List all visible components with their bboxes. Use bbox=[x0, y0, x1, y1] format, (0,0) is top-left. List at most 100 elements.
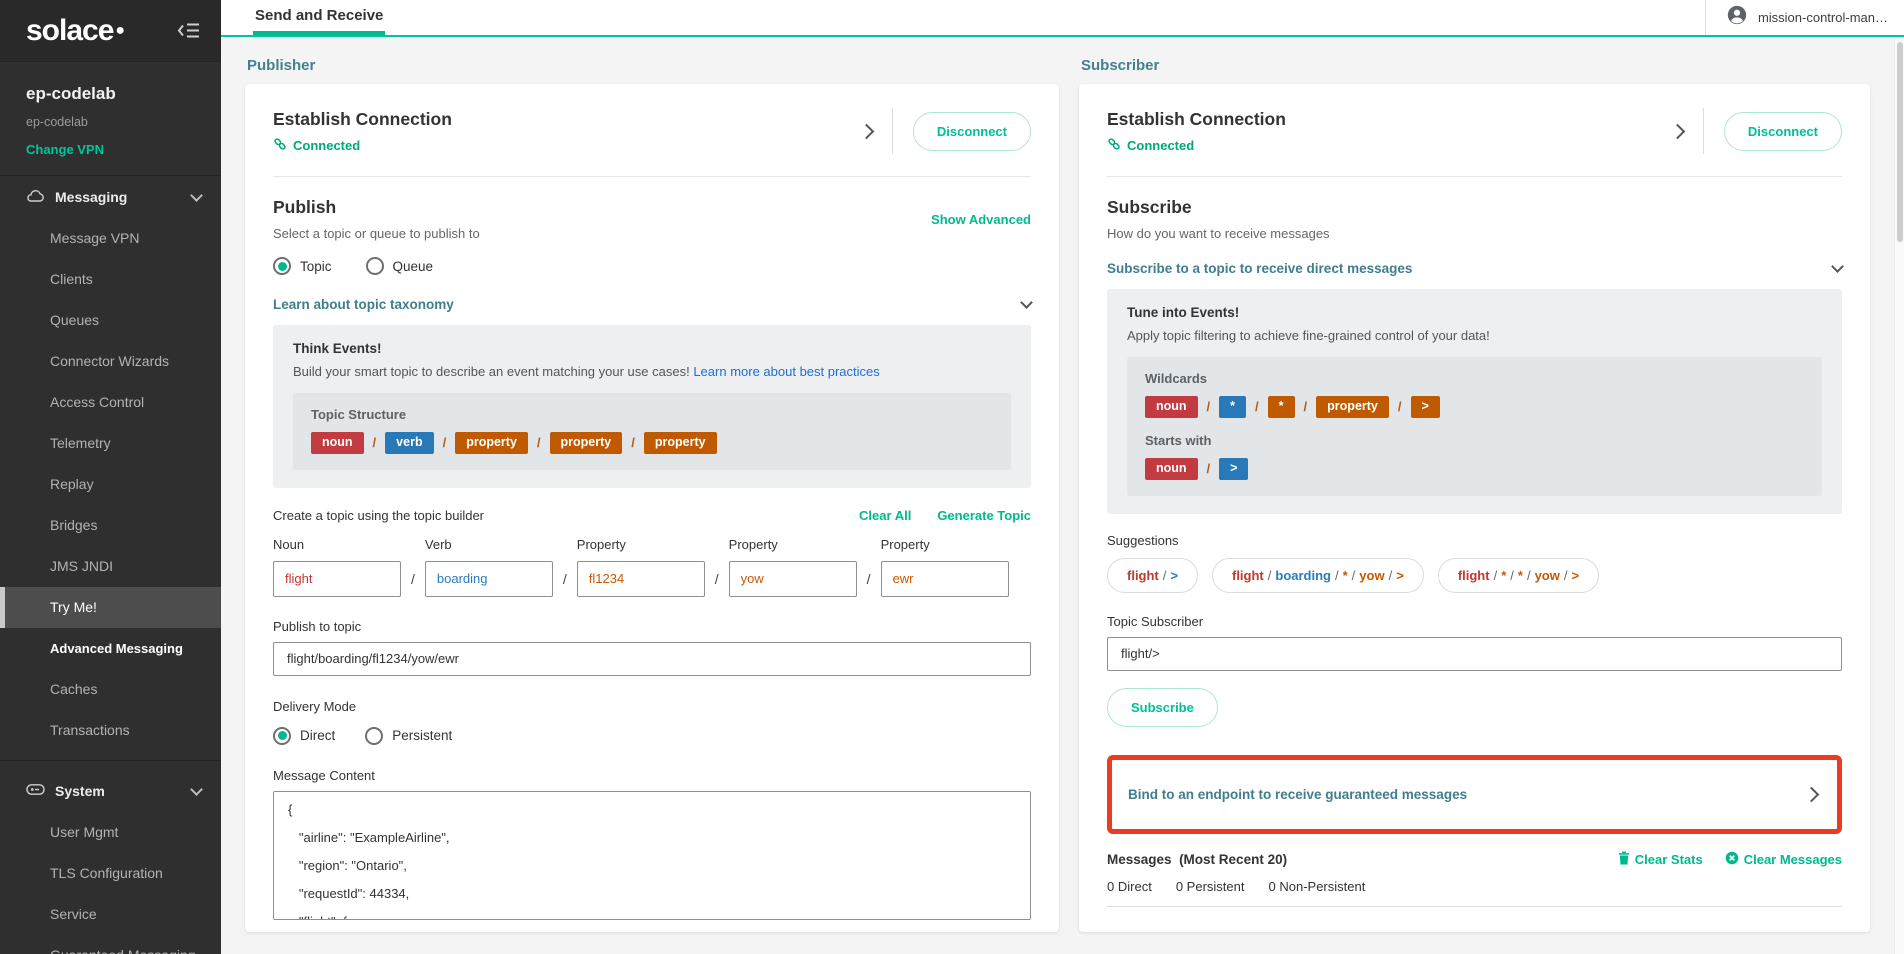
publish-topic-input[interactable] bbox=[273, 642, 1031, 676]
sidebar-item-message-vpn[interactable]: Message VPN bbox=[0, 218, 221, 259]
disconnect-button[interactable]: Disconnect bbox=[913, 112, 1031, 151]
solace-logo-dot: ● bbox=[115, 22, 125, 40]
radio-direct[interactable]: Direct bbox=[273, 727, 335, 745]
publish-title: Publish bbox=[273, 197, 480, 218]
radio-topic[interactable]: Topic bbox=[273, 257, 332, 275]
sidebar-header: solace● bbox=[0, 0, 221, 62]
account-menu[interactable]: mission-control-man… bbox=[1705, 0, 1904, 35]
disconnect-button[interactable]: Disconnect bbox=[1724, 112, 1842, 151]
sidebar-item-replay[interactable]: Replay bbox=[0, 464, 221, 505]
sidebar-item-service[interactable]: Service bbox=[0, 894, 221, 935]
sidebar-collapse-icon[interactable] bbox=[177, 22, 201, 39]
sidebar-item-bridges[interactable]: Bridges bbox=[0, 505, 221, 546]
delivery-radio-group: Direct Persistent bbox=[273, 727, 1031, 745]
messages-recent-label: (Most Recent 20) bbox=[1179, 852, 1287, 867]
chevron-down-icon bbox=[190, 783, 203, 796]
sidebar-item-advanced-messaging[interactable]: Advanced Messaging bbox=[0, 628, 221, 669]
show-advanced-link[interactable]: Show Advanced bbox=[931, 212, 1031, 227]
chevron-down-icon[interactable] bbox=[1020, 296, 1033, 309]
suggestion-chip[interactable]: flight/boarding/*/yow/> bbox=[1212, 558, 1424, 593]
sidebar-section-messaging[interactable]: Messaging bbox=[0, 176, 221, 218]
sidebar-item-clients[interactable]: Clients bbox=[0, 259, 221, 300]
sidebar-item-caches[interactable]: Caches bbox=[0, 669, 221, 710]
chevron-right-icon[interactable] bbox=[1804, 786, 1820, 802]
chevron-down-icon[interactable] bbox=[1831, 260, 1844, 273]
vertical-divider bbox=[1703, 108, 1704, 154]
taxonomy-row[interactable]: Learn about topic taxonomy bbox=[273, 297, 1031, 312]
establish-connection-title: Establish Connection bbox=[273, 109, 452, 130]
topic-badge: noun bbox=[311, 432, 364, 454]
property-input-3[interactable] bbox=[881, 561, 1009, 597]
trash-icon bbox=[1618, 851, 1630, 868]
sidebar-item-tls-configuration[interactable]: TLS Configuration bbox=[0, 853, 221, 894]
sidebar-item-jms-jndi[interactable]: JMS JNDI bbox=[0, 546, 221, 587]
sidebar-item-transactions[interactable]: Transactions bbox=[0, 710, 221, 751]
radio-topic-control[interactable] bbox=[273, 257, 291, 275]
account-label: mission-control-man… bbox=[1758, 10, 1888, 25]
user-avatar-icon bbox=[1726, 4, 1748, 31]
vpn-block: ep-codelab ep-codelab Change VPN bbox=[0, 62, 221, 176]
sidebar-item-try-me[interactable]: Try Me! bbox=[0, 587, 221, 628]
message-content-textarea[interactable]: { "airline": "ExampleAirline", "region":… bbox=[273, 791, 1031, 920]
topic-subscriber-input[interactable] bbox=[1107, 637, 1842, 671]
best-practices-link[interactable]: Learn more about best practices bbox=[693, 364, 879, 379]
bind-endpoint-link[interactable]: Bind to an endpoint to receive guarantee… bbox=[1128, 787, 1467, 802]
topic-badge: * bbox=[1268, 396, 1295, 418]
property-input-1[interactable] bbox=[577, 561, 705, 597]
sidebar-section-system[interactable]: System bbox=[0, 770, 221, 812]
chevron-down-icon bbox=[190, 189, 203, 202]
publisher-card: Establish Connection Connected Disconnec… bbox=[245, 84, 1059, 932]
page-scrollbar[interactable] bbox=[1894, 39, 1904, 954]
scrollbar-thumb[interactable] bbox=[1897, 42, 1903, 242]
sidebar-item-access-control[interactable]: Access Control bbox=[0, 382, 221, 423]
sidebar-item-user-mgmt[interactable]: User Mgmt bbox=[0, 812, 221, 853]
topic-badge: verb bbox=[385, 432, 433, 454]
suggestion-chips: flight/> flight/boarding/*/yow/> flight/… bbox=[1107, 558, 1842, 593]
change-vpn-link[interactable]: Change VPN bbox=[26, 142, 195, 157]
property-input-2[interactable] bbox=[729, 561, 857, 597]
subscribe-button[interactable]: Subscribe bbox=[1107, 688, 1218, 727]
sidebar-item-telemetry[interactable]: Telemetry bbox=[0, 423, 221, 464]
tab-send-and-receive[interactable]: Send and Receive bbox=[253, 0, 385, 35]
verb-input[interactable] bbox=[425, 561, 553, 597]
direct-subscribe-link[interactable]: Subscribe to a topic to receive direct m… bbox=[1107, 261, 1412, 276]
circle-x-icon bbox=[1725, 851, 1739, 868]
suggestion-chip[interactable]: flight/> bbox=[1107, 558, 1198, 593]
connection-status: Connected bbox=[1107, 137, 1286, 154]
message-content-group: Message Content { "airline": "ExampleAir… bbox=[273, 768, 1031, 925]
chevron-right-icon[interactable] bbox=[1670, 123, 1686, 139]
topic-structure-box: Topic Structure noun / verb / property /… bbox=[293, 393, 1011, 470]
radio-persistent[interactable]: Persistent bbox=[365, 727, 452, 745]
chevron-right-icon[interactable] bbox=[859, 123, 875, 139]
stat-non-persistent: 0 Non-Persistent bbox=[1268, 879, 1365, 894]
suggestion-chip[interactable]: flight/*/*/yow/> bbox=[1438, 558, 1599, 593]
solace-logo: solace bbox=[26, 14, 113, 48]
subscriber-connection-row: Establish Connection Connected Disconnec… bbox=[1107, 108, 1842, 154]
sidebar-item-connector-wizards[interactable]: Connector Wizards bbox=[0, 341, 221, 382]
radio-persistent-control[interactable] bbox=[365, 727, 383, 745]
clear-messages-link[interactable]: Clear Messages bbox=[1725, 851, 1842, 868]
topic-subscriber-group: Topic Subscriber bbox=[1107, 614, 1842, 671]
subscriber-card: Establish Connection Connected Disconnec… bbox=[1079, 84, 1870, 932]
bind-endpoint-row[interactable]: Bind to an endpoint to receive guarantee… bbox=[1112, 760, 1837, 829]
suggestions-label: Suggestions bbox=[1107, 533, 1842, 548]
radio-queue-control[interactable] bbox=[366, 257, 384, 275]
sidebar: solace● ep-codelab ep-codelab Change VPN… bbox=[0, 0, 221, 954]
generate-topic-link[interactable]: Generate Topic bbox=[937, 508, 1031, 523]
field-property-1: Property bbox=[577, 537, 705, 597]
taxonomy-link[interactable]: Learn about topic taxonomy bbox=[273, 297, 454, 312]
system-icon bbox=[26, 783, 45, 799]
sidebar-item-guaranteed-messaging[interactable]: Guaranteed Messaging bbox=[0, 935, 221, 954]
sidebar-item-queues[interactable]: Queues bbox=[0, 300, 221, 341]
builder-label: Create a topic using the topic builder bbox=[273, 508, 484, 523]
starts-with-badges: noun / > bbox=[1145, 458, 1804, 480]
clear-all-link[interactable]: Clear All bbox=[859, 508, 911, 523]
direct-subscribe-row[interactable]: Subscribe to a topic to receive direct m… bbox=[1107, 261, 1842, 276]
clear-stats-link[interactable]: Clear Stats bbox=[1618, 851, 1703, 868]
radio-direct-control[interactable] bbox=[273, 727, 291, 745]
messages-header: Messages (Most Recent 20) Clear Stats bbox=[1107, 851, 1842, 868]
subscriber-panel: Subscriber Establish Connection Connecte… bbox=[1079, 53, 1870, 954]
noun-input[interactable] bbox=[273, 561, 401, 597]
radio-queue[interactable]: Queue bbox=[366, 257, 434, 275]
topbar: Send and Receive mission-control-man… bbox=[221, 0, 1904, 37]
